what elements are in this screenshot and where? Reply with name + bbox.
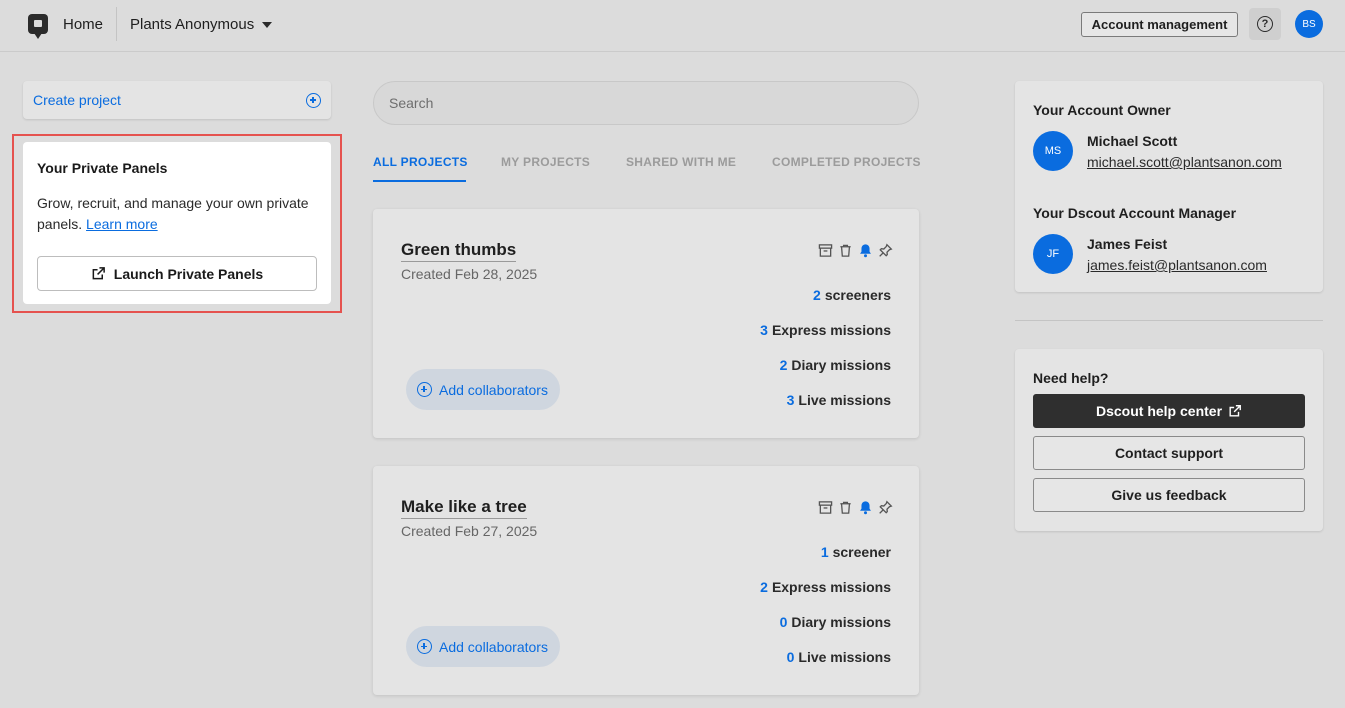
external-link-icon <box>92 267 105 280</box>
stat-label: Live missions <box>798 649 891 665</box>
help-card: Need help? Dscout help center Contact su… <box>1015 349 1323 531</box>
tab-all-projects[interactable]: ALL PROJECTS <box>373 155 468 169</box>
stat-label: screener <box>832 544 891 560</box>
account-manager-name: James Feist <box>1087 236 1168 252</box>
stat-count: 3 <box>786 392 795 408</box>
account-owner-email-link[interactable]: michael.scott@plantsanon.com <box>1087 154 1282 170</box>
pin-icon[interactable] <box>878 243 893 258</box>
pin-icon[interactable] <box>878 500 893 515</box>
stat-live-missions: 3 Live missions <box>787 392 891 408</box>
stat-count: 2 <box>760 579 768 595</box>
stat-count: 2 <box>779 357 788 373</box>
stat-label: Express missions <box>771 322 891 338</box>
account-manager-heading: Your Dscout Account Manager <box>1033 205 1237 221</box>
project-actions <box>818 243 893 258</box>
stat-express-missions: 2 Express missions <box>760 579 891 595</box>
user-avatar[interactable]: BS <box>1295 10 1323 38</box>
trash-icon[interactable] <box>838 500 853 515</box>
stat-label: Live missions <box>798 392 891 408</box>
learn-more-link[interactable]: Learn more <box>86 216 158 232</box>
add-collaborators-label: Add collaborators <box>439 638 548 655</box>
project-created-date: Created Feb 28, 2025 <box>401 266 538 282</box>
private-panels-description: Grow, recruit, and manage your own priva… <box>37 193 317 235</box>
stat-diary-missions: 0 Diary missions <box>780 614 891 630</box>
stat-count: 2 <box>813 287 821 303</box>
bell-icon[interactable] <box>858 243 873 258</box>
launch-label: Launch Private Panels <box>113 265 264 282</box>
help-center-label: Dscout help center <box>1095 403 1223 419</box>
help-button[interactable]: ? <box>1249 8 1281 40</box>
app-logo-icon[interactable] <box>28 14 48 39</box>
stat-express-missions: 3 Express missions <box>760 322 891 338</box>
divider <box>116 7 117 41</box>
give-feedback-button[interactable]: Give us feedback <box>1033 478 1305 512</box>
account-management-button[interactable]: Account management <box>1081 12 1238 37</box>
bell-icon[interactable] <box>858 500 873 515</box>
plus-circle-icon <box>306 92 321 108</box>
tab-shared-with-me[interactable]: SHARED WITH ME <box>626 155 736 169</box>
stat-label: screeners <box>824 287 891 303</box>
stat-label: Express missions <box>771 579 891 595</box>
stat-label: Diary missions <box>791 614 891 630</box>
private-panels-card: Your Private Panels Grow, recruit, and m… <box>23 142 331 304</box>
account-owner-heading: Your Account Owner <box>1033 102 1171 118</box>
caret-down-icon <box>262 21 273 28</box>
stat-count: 0 <box>786 649 795 665</box>
stat-label: Diary missions <box>791 357 891 373</box>
divider <box>1015 320 1323 321</box>
account-manager-avatar: JF <box>1033 234 1073 274</box>
create-project-button[interactable]: Create project <box>23 81 331 119</box>
trash-icon[interactable] <box>838 243 853 258</box>
add-collaborators-label: Add collaborators <box>439 381 548 398</box>
archive-icon[interactable] <box>818 500 833 515</box>
plus-circle-icon <box>417 639 432 654</box>
add-collaborators-button[interactable]: Add collaborators <box>406 626 560 667</box>
project-card[interactable]: Green thumbs Created Feb 28, 2025 2 scree… <box>373 209 919 438</box>
project-title[interactable]: Make like a tree <box>401 497 527 519</box>
launch-private-panels-button[interactable]: Launch Private Panels <box>37 256 317 291</box>
archive-icon[interactable] <box>818 243 833 258</box>
help-heading: Need help? <box>1033 370 1109 386</box>
private-panels-title: Your Private Panels <box>37 160 168 176</box>
external-link-icon <box>1229 405 1241 417</box>
stat-diary-missions: 2 Diary missions <box>780 357 891 373</box>
stat-screeners: 2 screeners <box>813 287 891 303</box>
stat-live-missions: 0 Live missions <box>787 649 891 665</box>
account-manager-email-link[interactable]: james.feist@plantsanon.com <box>1087 257 1267 273</box>
account-owner-name: Michael Scott <box>1087 133 1178 149</box>
tab-my-projects[interactable]: MY PROJECTS <box>501 155 590 169</box>
project-title[interactable]: Green thumbs <box>401 240 517 262</box>
top-navigation-bar: Home Plants Anonymous Account management… <box>0 0 1345 52</box>
contact-support-button[interactable]: Contact support <box>1033 436 1305 470</box>
plus-circle-icon <box>417 382 432 397</box>
add-collaborators-button[interactable]: Add collaborators <box>406 369 560 410</box>
home-link[interactable]: Home <box>63 16 103 33</box>
search-input[interactable] <box>373 81 919 125</box>
project-created-date: Created Feb 27, 2025 <box>401 523 538 539</box>
project-actions <box>818 500 893 515</box>
workspace-name: Plants Anonymous <box>130 16 255 33</box>
account-contacts-card: Your Account Owner MS Michael Scott mich… <box>1015 81 1323 292</box>
project-card[interactable]: Make like a tree Created Feb 27, 2025 1s… <box>373 466 919 695</box>
description-text: Grow, recruit, and manage your own priva… <box>37 195 309 232</box>
account-owner-avatar: MS <box>1033 131 1073 171</box>
stat-screeners: 1 screener <box>821 544 891 560</box>
help-center-button[interactable]: Dscout help center <box>1033 394 1305 428</box>
workspace-selector[interactable]: Plants Anonymous <box>130 16 273 33</box>
question-mark-icon: ? <box>1257 16 1273 32</box>
stat-count: 0 <box>779 614 788 630</box>
active-tab-indicator <box>373 180 466 182</box>
tab-completed-projects[interactable]: COMPLETED PROJECTS <box>772 155 921 169</box>
stat-count: 1 <box>820 544 829 560</box>
stat-count: 3 <box>760 322 768 338</box>
create-project-label: Create project <box>33 92 121 108</box>
